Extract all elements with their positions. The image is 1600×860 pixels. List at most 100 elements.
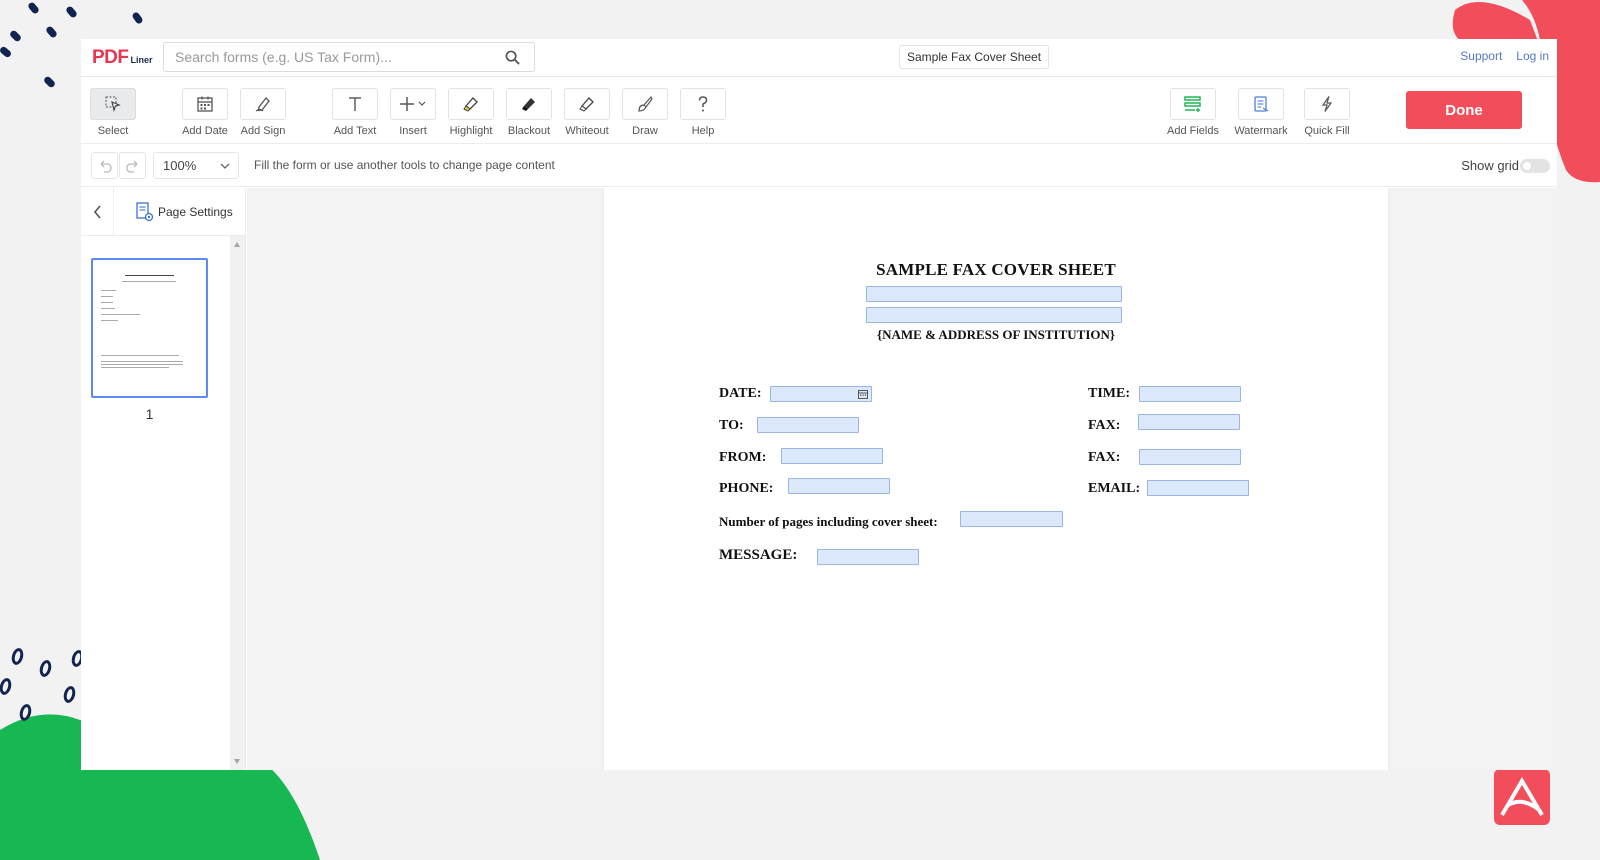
- decor-dash: [26, 1, 41, 15]
- tool-label: Select: [97, 125, 129, 137]
- page-settings-icon: [136, 202, 154, 222]
- pages-sidebar: Page Settings 1: [81, 188, 246, 770]
- undo-button[interactable]: [91, 152, 118, 179]
- institution-address-field[interactable]: [866, 307, 1122, 323]
- tool-label: Add Fields: [1167, 125, 1219, 137]
- page-settings-button[interactable]: Page Settings: [136, 202, 233, 222]
- calendar-picker-icon[interactable]: [858, 390, 868, 399]
- tool-add-date[interactable]: Add Date: [175, 88, 235, 137]
- page-settings-label: Page Settings: [158, 205, 233, 219]
- tool-quick-fill[interactable]: Quick Fill: [1297, 88, 1357, 137]
- chevron-left-icon: [93, 205, 101, 219]
- decor-ring: [37, 658, 54, 679]
- tool-add-sign[interactable]: Add Sign: [233, 88, 293, 137]
- tool-select[interactable]: Select: [83, 88, 143, 137]
- plus-icon: [400, 97, 426, 111]
- scroll-down-arrow-icon[interactable]: [234, 759, 240, 764]
- tool-highlight[interactable]: Highlight: [441, 88, 501, 137]
- show-grid-toggle[interactable]: [1520, 159, 1550, 173]
- logo-pdf-text: PDF: [92, 47, 129, 68]
- support-link[interactable]: Support: [1460, 49, 1502, 63]
- top-links: Support Log in: [1446, 49, 1549, 63]
- tool-label: Add Sign: [240, 125, 286, 137]
- fax-to-field[interactable]: [1138, 414, 1240, 430]
- pdfliner-logo[interactable]: PDF Liner: [92, 47, 153, 69]
- message-label: MESSAGE:: [719, 547, 798, 563]
- pages-count-label: Number of pages including cover sheet:: [719, 514, 938, 529]
- phone-field[interactable]: [788, 478, 890, 494]
- document-subheading: {NAME & ADDRESS OF INSTITUTION}: [876, 327, 1116, 342]
- decor-dash: [0, 45, 13, 59]
- search-icon[interactable]: [505, 50, 520, 65]
- decor-dash: [8, 29, 23, 43]
- show-grid-label: Show grid: [1461, 158, 1519, 173]
- tool-whiteout[interactable]: Whiteout: [557, 88, 617, 137]
- decor-dash: [131, 11, 144, 25]
- fax-to-label: FAX:: [1088, 418, 1121, 433]
- tool-insert[interactable]: Insert: [383, 88, 443, 137]
- search-box: [163, 42, 535, 72]
- tool-label: Blackout: [507, 125, 551, 137]
- email-label: EMAIL:: [1088, 481, 1141, 496]
- redo-icon: [125, 160, 137, 173]
- scroll-up-arrow-icon[interactable]: [234, 242, 240, 247]
- zoom-value: 100%: [163, 158, 197, 173]
- tool-draw[interactable]: Draw: [615, 88, 675, 137]
- search-input[interactable]: [164, 43, 484, 71]
- time-field[interactable]: [1139, 386, 1241, 402]
- fax-from-field[interactable]: [1139, 449, 1241, 465]
- tool-add-text[interactable]: Add Text: [325, 88, 385, 137]
- tool-label: Add Text: [333, 125, 377, 137]
- document-title: Sample Fax Cover Sheet: [899, 45, 1050, 69]
- from-field[interactable]: [781, 448, 883, 464]
- tool-label: Quick Fill: [1304, 125, 1350, 137]
- tool-blackout[interactable]: Blackout: [499, 88, 559, 137]
- tool-label: Add Date: [182, 125, 228, 137]
- decor-dash: [42, 75, 57, 89]
- hint-text: Fill the form or use another tools to ch…: [254, 158, 555, 172]
- form-fields-icon: [1184, 96, 1201, 112]
- tool-label: Insert: [399, 125, 427, 137]
- watermark-doc-icon: [1254, 96, 1269, 112]
- tool-help[interactable]: Help: [673, 88, 733, 137]
- decor-ring: [9, 646, 26, 667]
- whiteout-marker-icon: [579, 97, 594, 112]
- document-page: SAMPLE FAX COVER SHEET {NAME & ADDRESS O…: [604, 188, 1388, 770]
- toggle-knob: [1523, 162, 1531, 170]
- brush-icon: [638, 95, 653, 112]
- sub-toolbar: 100% Fill the form or use another tools …: [81, 145, 1557, 187]
- date-label: DATE:: [719, 386, 762, 401]
- sidebar-scrollbar[interactable]: [230, 236, 245, 770]
- document-heading: SAMPLE FAX COVER SHEET: [876, 260, 1116, 279]
- question-icon: [698, 96, 708, 112]
- pdf-liner-badge-icon: [1494, 769, 1550, 825]
- tool-label: Whiteout: [565, 125, 609, 137]
- redo-button[interactable]: [119, 152, 146, 179]
- to-field[interactable]: [757, 417, 859, 433]
- document-canvas: SAMPLE FAX COVER SHEET {NAME & ADDRESS O…: [247, 188, 1557, 770]
- done-button[interactable]: Done: [1406, 91, 1522, 129]
- collapse-sidebar-button[interactable]: [81, 188, 114, 236]
- tool-add-fields[interactable]: Add Fields: [1163, 88, 1223, 137]
- message-field[interactable]: [817, 549, 919, 565]
- tool-watermark[interactable]: Watermark: [1231, 88, 1291, 137]
- undo-icon: [100, 160, 112, 173]
- email-field[interactable]: [1147, 480, 1249, 496]
- editor-window: PDFLiner Sample Fax Cover Sheet Support L…: [81, 39, 1557, 770]
- page-thumbnail[interactable]: [91, 258, 208, 398]
- login-link[interactable]: Log in: [1516, 49, 1549, 63]
- pages-count-field[interactable]: [960, 511, 1063, 527]
- page-number: 1: [145, 406, 154, 422]
- tool-label: Watermark: [1234, 125, 1288, 137]
- tool-label: Help: [691, 125, 715, 137]
- zoom-select[interactable]: 100%: [153, 152, 239, 179]
- main-toolbar: Select Add Date Add Sign Add Text Insert…: [81, 78, 1557, 144]
- decor-dash: [44, 25, 59, 39]
- from-label: FROM:: [719, 450, 767, 465]
- highlighter-icon: [463, 97, 478, 112]
- signature-pen-icon: [255, 97, 270, 112]
- institution-name-field[interactable]: [866, 286, 1122, 302]
- calendar-icon: [197, 96, 213, 112]
- top-bar: PDFLiner Sample Fax Cover Sheet Support L…: [81, 39, 1557, 77]
- date-field[interactable]: [770, 386, 872, 402]
